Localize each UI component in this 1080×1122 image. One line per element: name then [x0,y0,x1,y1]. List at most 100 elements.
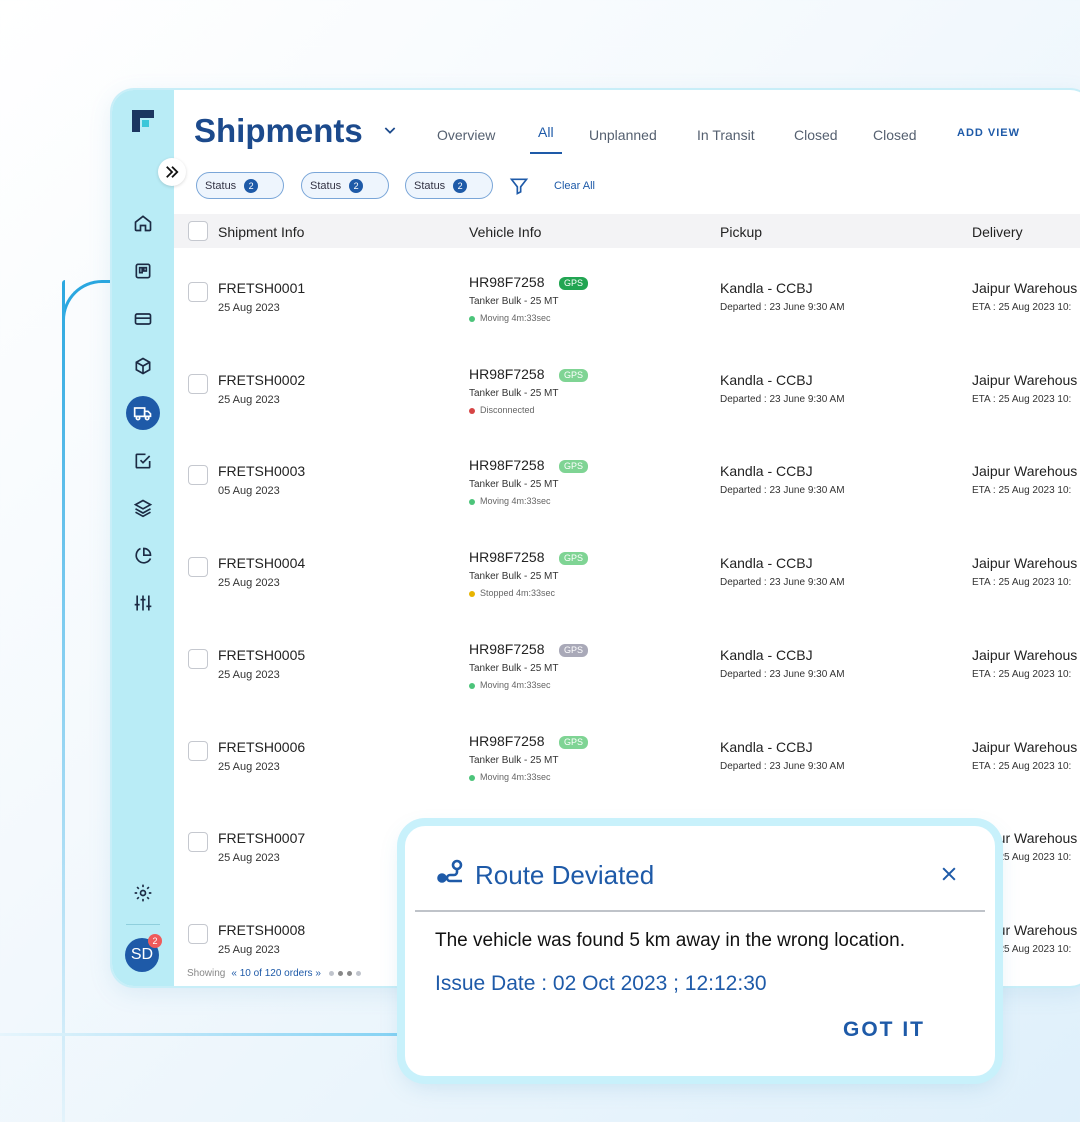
vehicle-number[interactable]: HR98F7258 [469,549,545,565]
shipment-id[interactable]: FRETSH0008 [218,922,305,938]
status-dot [469,591,475,598]
gps-badge: GPS [559,735,589,749]
select-all-checkbox[interactable] [188,221,208,241]
shipment-date: 25 Aug 2023 [218,760,280,773]
vehicle-number[interactable]: HR98F7258 [469,457,545,473]
filter-funnel-icon[interactable] [509,176,529,201]
column-header-shipment[interactable]: Shipment Info [218,224,304,240]
tab-unplanned[interactable]: Unplanned [589,127,657,143]
tab-closed[interactable]: Closed [794,127,838,143]
settings-gear-icon[interactable] [126,876,160,910]
tab-all[interactable]: All [538,124,554,140]
showing-label: Showing [187,968,226,979]
status-filter-chip[interactable]: Status 2 [301,172,389,199]
expand-sidebar-button[interactable] [158,158,186,186]
row-checkbox[interactable] [188,465,208,486]
sliders-icon[interactable] [126,586,160,620]
close-icon[interactable] [939,864,959,889]
chevron-down-icon[interactable] [382,122,398,143]
vehicle-number[interactable]: HR98F7258 [469,641,545,657]
shipment-id[interactable]: FRETSH0005 [218,647,305,663]
eta-time: ETA : 25 Aug 2023 10: [972,302,1072,313]
column-header-pickup[interactable]: Pickup [720,224,762,240]
column-header-vehicle[interactable]: Vehicle Info [469,224,541,240]
eta-time: ETA : 25 Aug 2023 10: [972,668,1072,680]
table-row[interactable]: FRETSH0002 25 Aug 2023 HR98F7258 GPS Tanker … [174,340,1080,432]
table-row[interactable]: FRETSH0001 25 Aug 2023 HR98F7258 GPS Tanker … [174,248,1080,340]
package-icon[interactable] [126,349,160,383]
board-icon[interactable] [126,254,160,288]
pickup-location: Kandla - CCBJ [720,280,813,296]
vehicle-number[interactable]: HR98F7258 [469,733,545,749]
table-row[interactable]: FRETSH0006 25 Aug 2023 HR98F7258 GPS Tanker … [174,707,1080,799]
tab-closed-2[interactable]: Closed [873,127,917,143]
table-header: Shipment Info Vehicle Info Pickup Delive… [174,214,1080,248]
row-checkbox[interactable] [188,832,208,853]
pagination-control[interactable]: « 10 of 120 orders » [231,968,321,979]
table-row[interactable]: FRETSH0003 05 Aug 2023 HR98F7258 GPS Tanker … [174,431,1080,523]
pagination-footer: Showing « 10 of 120 orders » [187,968,361,979]
shipment-id[interactable]: FRETSH0004 [218,555,305,571]
tab-in-transit[interactable]: In Transit [697,127,755,143]
shipment-id[interactable]: FRETSH0007 [218,830,305,846]
row-checkbox[interactable] [188,923,208,944]
vehicle-type: Tanker Bulk - 25 MT [469,296,559,307]
column-header-delivery[interactable]: Delivery [972,224,1023,240]
tab-overview[interactable]: Overview [437,127,495,143]
active-tab-indicator [530,152,562,154]
filter-count-badge: 2 [244,178,259,193]
shipment-date: 25 Aug 2023 [218,668,280,681]
route-deviated-dialog: Route Deviated The vehicle was found 5 k… [405,826,995,1076]
truck-icon[interactable] [126,396,160,430]
status-filter-chip[interactable]: Status 2 [405,172,493,199]
row-checkbox[interactable] [188,373,208,394]
vehicle-number[interactable]: HR98F7258 [469,366,545,382]
chevrons-left-icon[interactable]: « [231,968,237,979]
row-checkbox[interactable] [188,740,208,761]
layers-icon[interactable] [126,491,160,525]
departure-time: Departed : 23 June 9:30 AM [720,485,845,497]
add-view-button[interactable]: ADD VIEW [957,127,1020,139]
table-row[interactable]: FRETSH0004 25 Aug 2023 HR98F7258 GPS Tanker … [174,523,1080,615]
vehicle-number[interactable]: HR98F7258 [469,274,545,290]
shipment-id[interactable]: FRETSH0002 [218,372,305,388]
shipment-id[interactable]: FRETSH0006 [218,739,305,755]
row-checkbox[interactable] [188,648,208,669]
status-filter-chip[interactable]: Status 2 [196,172,284,199]
delivery-location: Jaipur Warehous [972,646,1078,663]
credit-card-icon[interactable] [126,302,160,336]
chevrons-right-icon[interactable]: » [315,968,321,979]
double-chevron-right-icon [166,166,179,178]
departure-time: Departed : 23 June 9:30 AM [720,760,845,772]
pie-chart-icon[interactable] [126,539,160,573]
shipment-id[interactable]: FRETSH0001 [218,280,305,296]
row-checkbox[interactable] [188,282,208,302]
status-dot [469,774,475,781]
filter-count-badge: 2 [453,178,468,193]
page-title: Shipments [194,112,363,149]
brand-logo[interactable] [132,110,154,132]
vehicle-status: Moving 4m:33sec [480,679,551,690]
shipment-date: 05 Aug 2023 [218,485,280,498]
checklist-icon[interactable] [126,444,160,478]
table-row[interactable]: FRETSH0005 25 Aug 2023 HR98F7258 GPS Tanker … [174,615,1080,707]
pickup-location: Kandla - CCBJ [720,555,813,572]
pickup-location: Kandla - CCBJ [720,371,813,388]
filter-chip-label: Status [310,179,342,192]
decorative-line [62,280,65,1122]
status-dot [469,499,475,506]
eta-time: ETA : 25 Aug 2023 10: [972,393,1072,405]
shipment-date: 25 Aug 2023 [218,393,280,406]
page-dots[interactable] [328,971,361,976]
gps-badge: GPS [559,552,589,566]
clear-all-link[interactable]: Clear All [554,180,595,192]
home-icon[interactable] [126,206,160,240]
vehicle-status: Moving 4m:33sec [480,771,551,782]
vehicle-status: Stopped 4m:33sec [480,588,556,599]
shipment-id[interactable]: FRETSH0003 [218,463,305,479]
gps-badge: GPS [559,368,589,382]
orders-count: 10 of 120 orders [239,968,313,979]
row-checkbox[interactable] [188,557,208,578]
vehicle-type: Tanker Bulk - 25 MT [469,754,559,766]
got-it-button[interactable]: GOT IT [843,1018,925,1042]
